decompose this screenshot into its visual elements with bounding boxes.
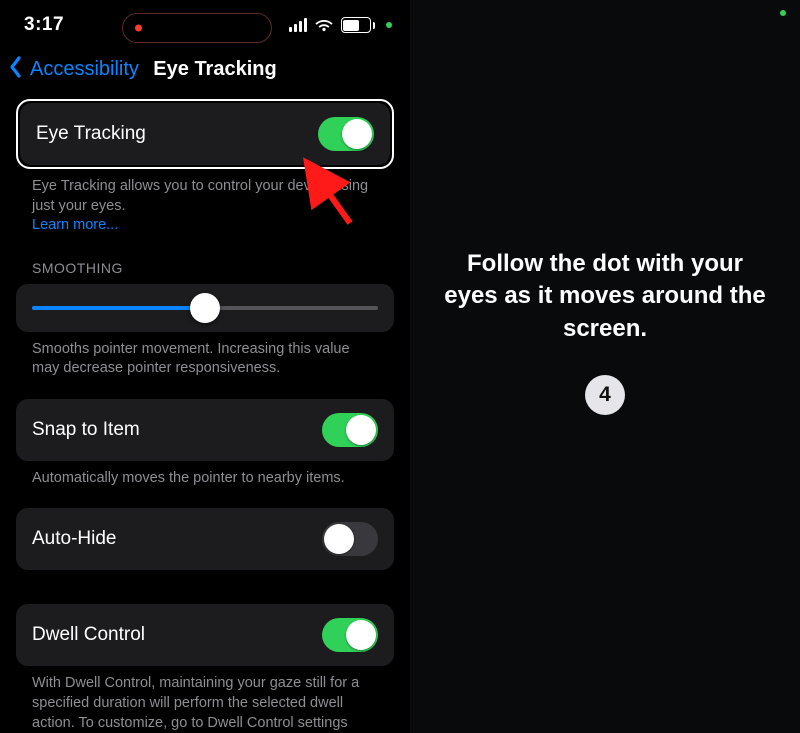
- smoothing-slider[interactable]: [32, 306, 378, 310]
- status-time: 3:17: [24, 14, 64, 36]
- battery-level: 58: [349, 19, 361, 31]
- dwell-control-row[interactable]: Dwell Control: [16, 604, 394, 666]
- battery-indicator: 58: [341, 17, 376, 33]
- dwell-control-label: Dwell Control: [32, 624, 145, 646]
- dwell-control-toggle[interactable]: [322, 618, 378, 652]
- smoothing-header: SMOOTHING: [16, 236, 394, 284]
- status-bar: 3:17 58: [0, 0, 410, 50]
- eye-tracking-toggle[interactable]: [318, 117, 374, 151]
- page-title: Eye Tracking: [153, 58, 276, 81]
- snap-to-item-note: Automatically moves the pointer to nearb…: [16, 461, 394, 489]
- back-chevron-icon[interactable]: [6, 54, 26, 85]
- snap-to-item-toggle[interactable]: [322, 413, 378, 447]
- calibration-prompt: Follow the dot with your eyes as it move…: [444, 248, 766, 345]
- auto-hide-label: Auto-Hide: [32, 528, 117, 550]
- countdown-number: 4: [599, 383, 611, 407]
- wifi-icon: [314, 18, 334, 32]
- calibration-screen: Follow the dot with your eyes as it move…: [410, 0, 800, 733]
- smoothing-note: Smooths pointer movement. Increasing thi…: [16, 332, 394, 379]
- back-button[interactable]: Accessibility: [30, 58, 139, 81]
- camera-in-use-icon: [386, 22, 392, 28]
- countdown-badge: 4: [585, 375, 625, 415]
- eye-tracking-row[interactable]: Eye Tracking: [20, 103, 390, 165]
- learn-more-link[interactable]: Learn more...: [32, 217, 118, 233]
- dwell-control-note: With Dwell Control, maintaining your gaz…: [16, 666, 394, 733]
- settings-screen: 3:17 58 Accessibility Eye: [0, 0, 410, 733]
- nav-header: Accessibility Eye Tracking: [0, 50, 410, 99]
- highlight-annotation: Eye Tracking: [16, 99, 394, 169]
- slider-thumb-icon[interactable]: [190, 293, 220, 323]
- auto-hide-toggle[interactable]: [322, 522, 378, 556]
- snap-to-item-row[interactable]: Snap to Item: [16, 399, 394, 461]
- smoothing-row: [16, 284, 394, 332]
- auto-hide-row[interactable]: Auto-Hide: [16, 508, 394, 570]
- eye-tracking-note: Eye Tracking allows you to control your …: [16, 169, 394, 236]
- cellular-signal-icon: [289, 18, 307, 32]
- camera-in-use-icon: [780, 10, 786, 16]
- snap-to-item-label: Snap to Item: [32, 419, 140, 441]
- recording-indicator-icon: [135, 25, 142, 32]
- eye-tracking-label: Eye Tracking: [36, 123, 146, 145]
- dynamic-island[interactable]: [122, 13, 272, 43]
